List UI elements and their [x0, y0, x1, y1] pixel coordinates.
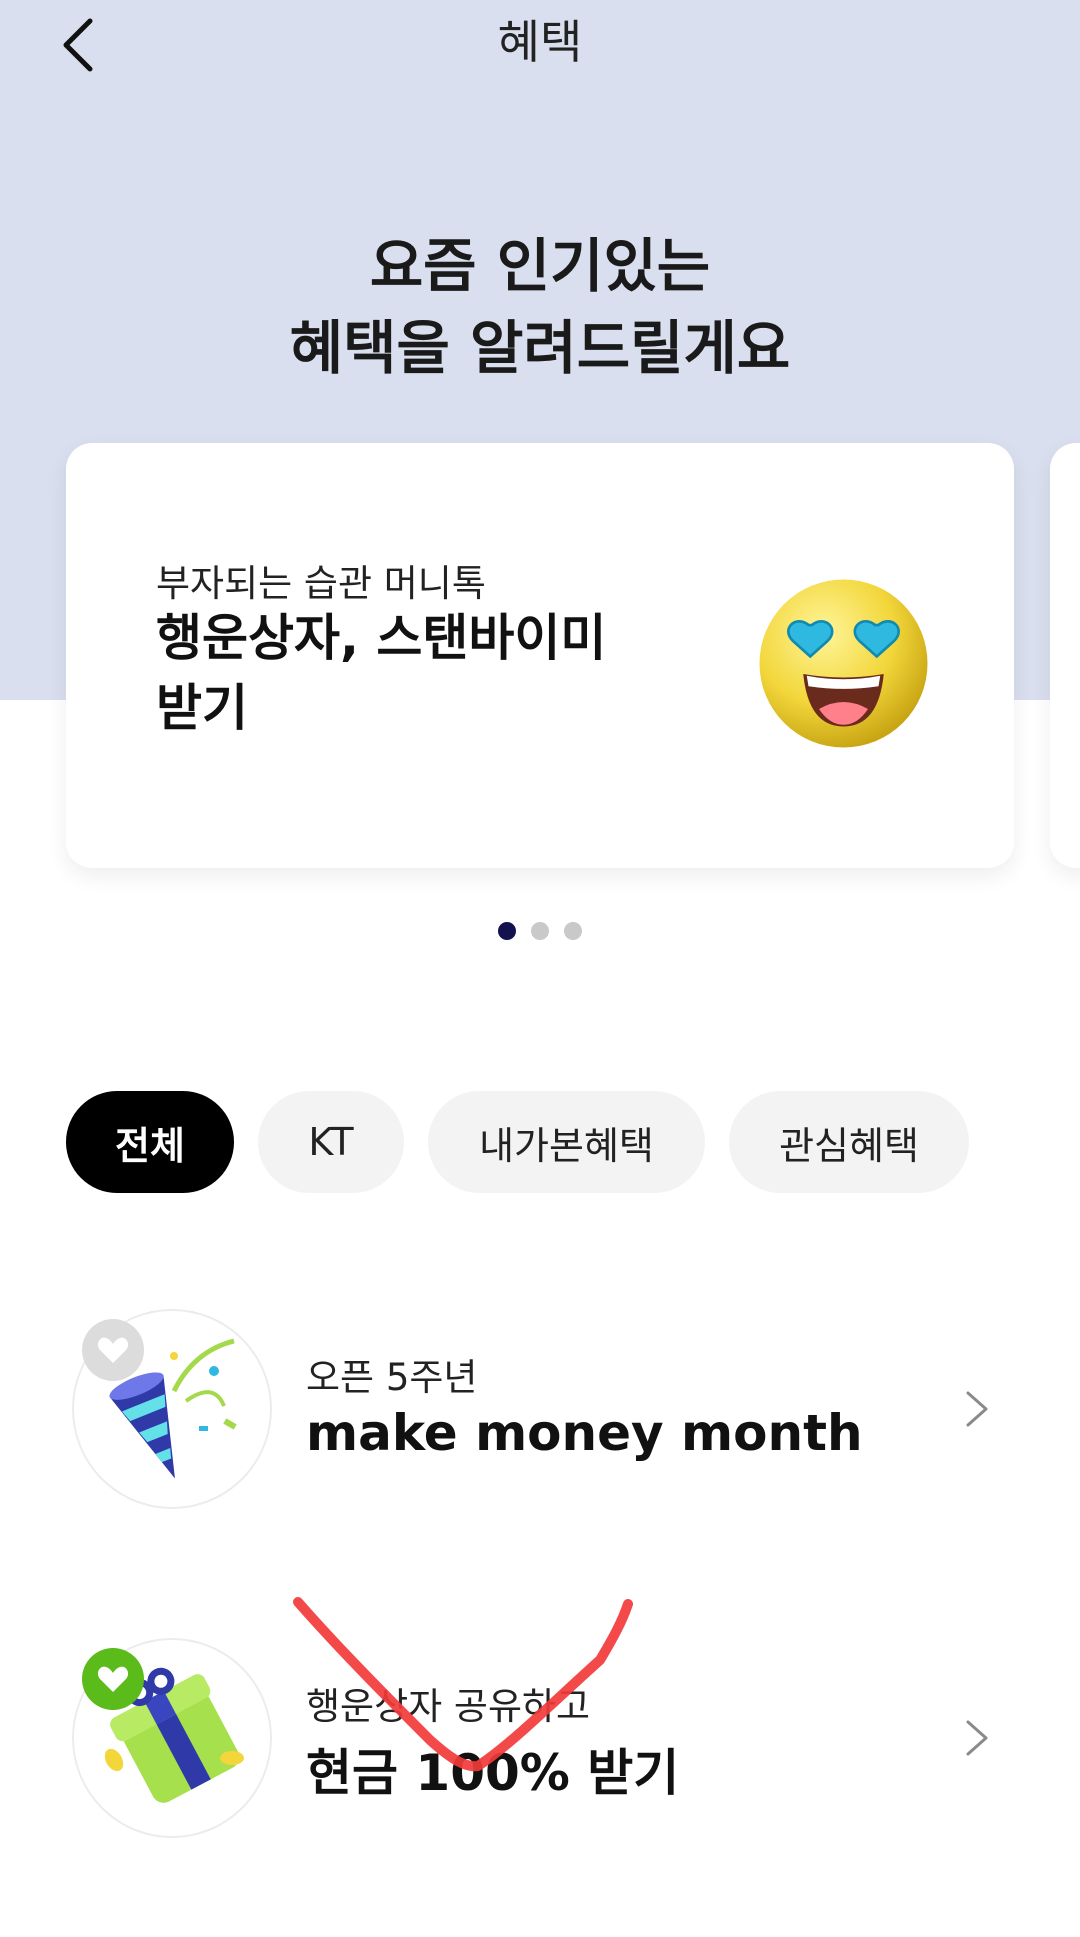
card-subtitle: 부자되는 습관 머니톡	[156, 562, 486, 605]
benefit-item[interactable]: 행운상자 공유하고 현금 100% 받기	[0, 1638, 1080, 1838]
featured-benefit-card[interactable]: 부자되는 습관 머니톡 행운상자, 스탠바이미 받기	[66, 443, 1014, 868]
heart-icon	[97, 1337, 129, 1363]
next-card-peek[interactable]	[1050, 443, 1080, 868]
pagination-dot-active[interactable]	[498, 922, 516, 940]
card-title-line1: 행운상자, 스탠바이미	[156, 609, 607, 667]
filter-chip-kt[interactable]: KT	[258, 1091, 404, 1193]
filter-chip-favorites[interactable]: 관심혜택	[729, 1091, 969, 1193]
chevron-right-icon	[966, 1391, 988, 1427]
card-title-line2: 받기	[156, 679, 248, 737]
heart-icon	[97, 1666, 129, 1692]
benefit-title: make money month	[306, 1404, 863, 1462]
page-title: 혜택	[497, 15, 583, 69]
carousel-pagination	[0, 922, 1080, 940]
card-title: 행운상자, 스탠바이미 받기	[156, 603, 676, 743]
favorite-toggle[interactable]	[82, 1319, 144, 1381]
chevron-right-icon	[966, 1720, 988, 1756]
heart-eyes-emoji-icon	[759, 579, 928, 748]
pagination-dot[interactable]	[531, 922, 549, 940]
filter-chip-all[interactable]: 전체	[66, 1091, 234, 1193]
benefit-item[interactable]: 오픈 5주년 make money month	[0, 1309, 1080, 1509]
hero-heading-line2: 혜택을 알려드릴게요	[289, 314, 791, 382]
benefit-subtitle: 오픈 5주년	[306, 1356, 478, 1399]
filter-chip-viewed[interactable]: 내가본혜택	[428, 1091, 705, 1193]
favorite-toggle[interactable]	[82, 1648, 144, 1710]
benefit-subtitle: 행운상자 공유하고	[306, 1685, 591, 1728]
hero-heading-line1: 요즘 인기있는	[369, 232, 711, 300]
pagination-dot[interactable]	[564, 922, 582, 940]
benefit-title: 현금 100% 받기	[306, 1744, 680, 1802]
filter-chips: 전체 KT 내가본혜택 관심혜택	[66, 1091, 969, 1193]
hero-heading: 요즘 인기있는 혜택을 알려드릴게요	[0, 225, 1080, 389]
